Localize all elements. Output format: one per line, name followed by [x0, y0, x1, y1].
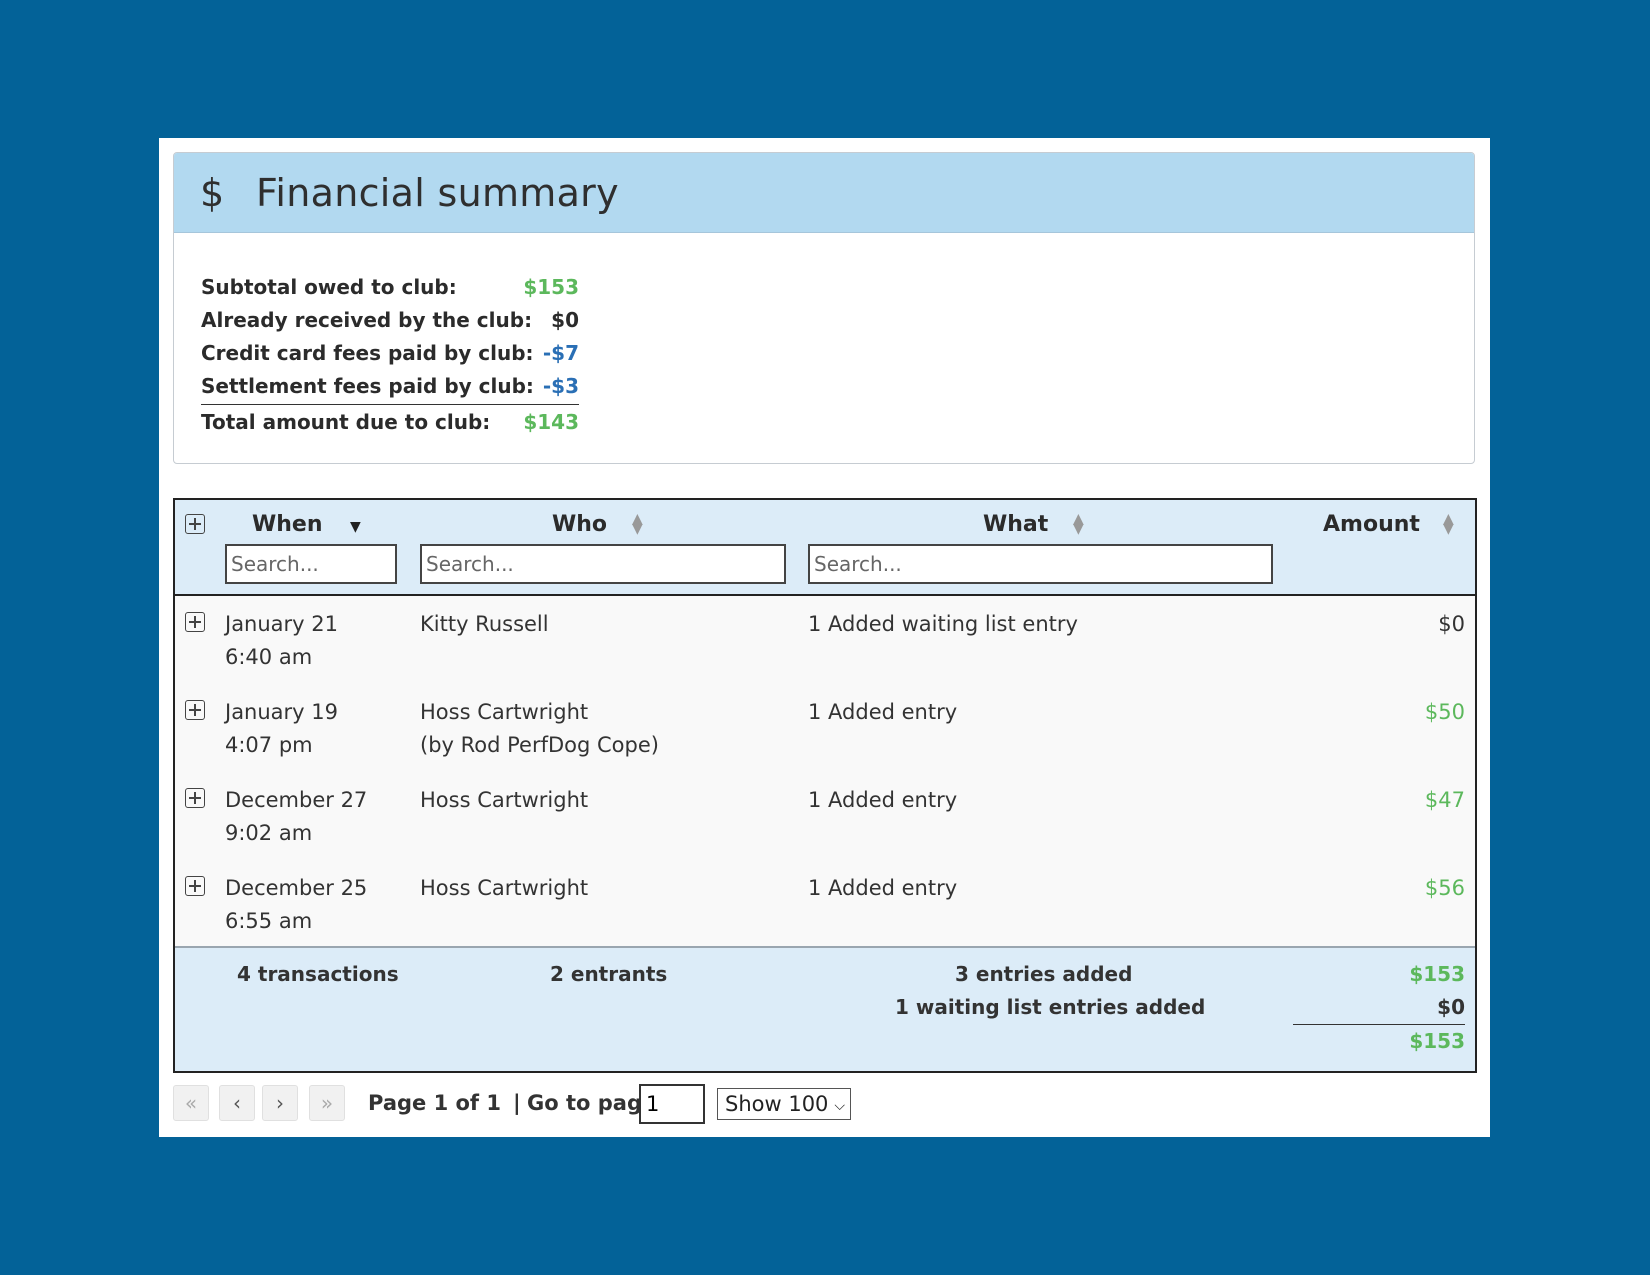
summary-value: -$3: [542, 373, 579, 398]
financial-card: $ Financial summary Subtotal owed to clu…: [159, 138, 1490, 1137]
page-size-select[interactable]: Show 100 ⌵: [717, 1088, 851, 1120]
transactions-table: When ▼ Who ▲▼ What ▲▼ Amount ▲▼ January …: [173, 498, 1477, 1073]
summary-row-total: Total amount due to club: $143: [201, 404, 579, 438]
cell-amount: $50: [1424, 700, 1465, 724]
cell-amount: $0: [1438, 612, 1465, 636]
summary-row-received: Already received by the club: $0: [201, 303, 579, 336]
page-size-value: Show 100: [725, 1092, 829, 1116]
row-who: Hoss Cartwright: [420, 700, 589, 724]
summary-total-label: Total amount due to club:: [201, 409, 491, 434]
sort-desc-icon[interactable]: ▼: [350, 520, 361, 534]
dollar-icon: $: [200, 170, 225, 215]
prev-page-button[interactable]: ‹: [219, 1085, 255, 1121]
cell-what: 1 Added waiting list entry: [808, 612, 1078, 636]
summary-row-cc-fees: Credit card fees paid by club: -$7: [201, 336, 579, 369]
table-row: December 25 6:55 am Hoss Cartwright 1 Ad…: [175, 860, 1475, 948]
expand-row-icon[interactable]: [185, 788, 205, 808]
last-page-button[interactable]: »: [309, 1085, 345, 1121]
cell-who: Hoss Cartwright: [420, 784, 588, 817]
row-who: Hoss Cartwright: [420, 788, 589, 812]
cell-amount: $47: [1424, 788, 1465, 812]
next-page-button[interactable]: ›: [262, 1085, 298, 1121]
footer-entrants: 2 entrants: [550, 962, 668, 986]
expand-row-icon[interactable]: [185, 700, 205, 720]
footer-waiting-added: 1 waiting list entries added: [895, 995, 1206, 1019]
row-time: 6:55 am: [225, 909, 313, 933]
column-header-who[interactable]: Who: [552, 512, 607, 537]
footer-amount-total: $153: [1409, 1029, 1465, 1053]
cell-amount: $56: [1424, 876, 1465, 900]
summary-label: Credit card fees paid by club:: [201, 340, 534, 365]
summary-label: Already received by the club:: [201, 307, 533, 332]
cell-what: 1 Added entry: [808, 788, 958, 812]
page-info: Page 1 of 1: [368, 1091, 501, 1115]
cell-when: January 21 6:40 am: [225, 608, 338, 674]
table-body: January 21 6:40 am Kitty Russell 1 Added…: [175, 596, 1475, 946]
table-row: December 27 9:02 am Hoss Cartwright 1 Ad…: [175, 772, 1475, 860]
sort-icon[interactable]: ▲ ▼: [632, 512, 643, 536]
first-page-button[interactable]: «: [173, 1085, 209, 1121]
row-who: Hoss Cartwright: [420, 876, 589, 900]
summary-header: $ Financial summary: [174, 153, 1474, 233]
cell-when: December 27 9:02 am: [225, 784, 367, 850]
chevron-down-icon: ⌵: [834, 1098, 846, 1114]
summary-value: $153: [523, 274, 579, 299]
cell-when: December 25 6:55 am: [225, 872, 367, 938]
table-row: January 21 6:40 am Kitty Russell 1 Added…: [175, 596, 1475, 684]
summary-value: -$7: [542, 340, 579, 365]
pagination: « ‹ › » Page 1 of 1 | Go to page: Show 1…: [173, 1084, 1473, 1125]
expand-row-icon[interactable]: [185, 612, 205, 632]
summary-total-value: $143: [523, 409, 579, 434]
goto-page-input[interactable]: [639, 1084, 705, 1124]
column-header-what[interactable]: What: [983, 512, 1048, 537]
search-when-input[interactable]: [225, 544, 397, 584]
row-date: January 19: [225, 700, 339, 724]
summary-title: Financial summary: [256, 170, 619, 215]
summary-row-subtotal: Subtotal owed to club: $153: [201, 270, 579, 303]
table-footer: 4 transactions 2 entrants 3 entries adde…: [175, 946, 1475, 1071]
row-who: Kitty Russell: [420, 612, 549, 636]
cell-who: Kitty Russell: [420, 608, 549, 641]
row-time: 9:02 am: [225, 821, 313, 845]
column-header-amount[interactable]: Amount: [1323, 512, 1420, 537]
cell-who: Hoss Cartwright: [420, 872, 588, 905]
footer-transactions: 4 transactions: [237, 962, 399, 986]
cell-when: January 19 4:07 pm: [225, 696, 338, 762]
summary-label: Settlement fees paid by club:: [201, 373, 534, 398]
column-header-when[interactable]: When: [252, 512, 323, 537]
table-header: When ▼ Who ▲ ▼ What ▲ ▼ Amount ▲ ▼: [175, 500, 1475, 596]
page-separator: |: [513, 1091, 521, 1115]
footer-amount-waiting: $0: [1437, 995, 1465, 1019]
search-who-input[interactable]: [420, 544, 786, 584]
row-date: December 25: [225, 876, 368, 900]
row-date: December 27: [225, 788, 368, 812]
summary-value: $0: [551, 307, 579, 332]
footer-entries-added: 3 entries added: [955, 962, 1133, 986]
summary-body: Subtotal owed to club: $153 Already rece…: [201, 270, 579, 438]
search-what-input[interactable]: [808, 544, 1273, 584]
summary-label: Subtotal owed to club:: [201, 274, 457, 299]
expand-row-icon[interactable]: [185, 876, 205, 896]
summary-row-settlement-fees: Settlement fees paid by club: -$3: [201, 369, 579, 402]
cell-who: Hoss Cartwright (by Rod PerfDog Cope): [420, 696, 659, 762]
row-time: 4:07 pm: [225, 733, 313, 757]
row-who-sub: (by Rod PerfDog Cope): [420, 733, 659, 757]
row-date: January 21: [225, 612, 339, 636]
sort-icon[interactable]: ▲ ▼: [1443, 512, 1454, 536]
cell-what: 1 Added entry: [808, 700, 958, 724]
sort-icon[interactable]: ▲ ▼: [1073, 512, 1084, 536]
expand-all-icon[interactable]: [185, 514, 205, 534]
footer-amount-entries: $153: [1409, 962, 1465, 986]
financial-summary-panel: $ Financial summary Subtotal owed to clu…: [173, 152, 1475, 464]
row-time: 6:40 am: [225, 645, 313, 669]
cell-what: 1 Added entry: [808, 876, 958, 900]
table-row: January 19 4:07 pm Hoss Cartwright (by R…: [175, 684, 1475, 772]
